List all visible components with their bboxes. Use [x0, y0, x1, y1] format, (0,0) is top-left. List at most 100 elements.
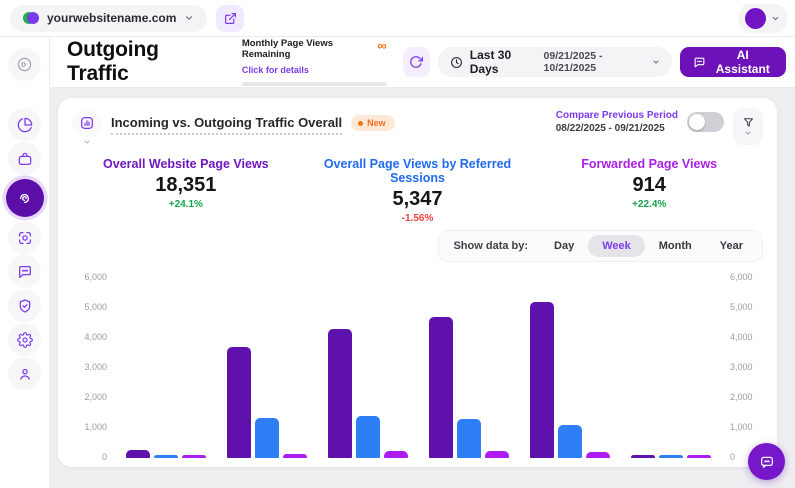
bar-referred[interactable] — [154, 455, 178, 458]
sidebar — [0, 37, 50, 488]
chevron-down-icon — [184, 13, 194, 23]
bar-forwarded[interactable] — [283, 454, 307, 459]
target-scan-icon — [17, 230, 33, 246]
ai-assistant-button[interactable]: AI Assistant — [680, 47, 786, 77]
metric-delta: -1.56% — [302, 213, 534, 224]
x-axis-label: 10/06/2025- 10/12/2025 — [418, 464, 519, 467]
y-axis-tick: 1,000 — [730, 422, 753, 432]
card-icon-button[interactable] — [72, 108, 102, 146]
filter-button[interactable] — [733, 108, 763, 145]
support-chat-button[interactable] — [748, 443, 785, 480]
y-axis-tick: 5,000 — [730, 302, 753, 312]
badge-dot-icon — [358, 121, 363, 126]
bar-website[interactable] — [429, 317, 453, 458]
sidebar-item-business[interactable] — [8, 142, 41, 175]
shield-check-icon — [17, 298, 33, 314]
sidebar-item-profile[interactable] — [8, 357, 41, 390]
y-axis-tick: 6,000 — [730, 272, 753, 282]
bar-forwarded[interactable] — [485, 451, 509, 458]
compare-previous-period: Compare Previous Period 08/22/2025 - 09/… — [556, 110, 724, 134]
quota-details-link[interactable]: Click for details — [242, 65, 309, 75]
external-link-icon — [224, 12, 237, 25]
new-badge: New — [351, 115, 395, 131]
metrics-row: Overall Website Page Views 18,351 +24.1%… — [70, 146, 765, 230]
compare-toggle[interactable] — [687, 112, 724, 132]
card-title[interactable]: Incoming vs. Outgoing Traffic Overall — [111, 115, 342, 135]
refresh-button[interactable] — [403, 47, 430, 77]
bar-referred[interactable] — [356, 416, 380, 458]
x-axis-label: 09/21/2025- 09/21/2025 — [116, 464, 217, 467]
clock-icon — [450, 56, 463, 69]
quota-progress-bar — [242, 82, 387, 86]
chat-icon — [693, 56, 706, 69]
bar-website[interactable] — [530, 302, 554, 458]
chevron-down-icon — [744, 129, 752, 137]
bar-website[interactable] — [631, 455, 655, 458]
granularity-week[interactable]: Week — [588, 235, 645, 257]
bar-website[interactable] — [227, 347, 251, 458]
bar-referred[interactable] — [659, 455, 683, 458]
granularity-year[interactable]: Year — [706, 235, 757, 257]
chevron-down-icon — [83, 138, 91, 146]
collapse-sidebar-button[interactable] — [8, 48, 41, 81]
y-axis-tick: 3,000 — [730, 362, 753, 372]
site-selector[interactable]: yourwebsitename.com — [10, 5, 207, 32]
bar-group — [418, 278, 519, 458]
site-favicon-icon — [23, 11, 39, 26]
user-icon — [17, 366, 33, 382]
bar-forwarded[interactable] — [384, 451, 408, 458]
y-axis-tick: 2,000 — [730, 392, 753, 402]
y-axis-tick: 0 — [730, 452, 735, 462]
briefcase-icon — [17, 151, 33, 167]
date-range-value: 09/21/2025 - 10/21/2025 — [544, 50, 645, 74]
chevron-down-icon — [771, 14, 780, 23]
chat-icon — [759, 454, 775, 470]
bar-forwarded[interactable] — [687, 455, 711, 458]
sidebar-item-analytics[interactable] — [8, 108, 41, 141]
account-menu[interactable] — [739, 4, 787, 33]
sidebar-item-outgoing-traffic[interactable] — [6, 179, 44, 217]
sidebar-item-security[interactable] — [8, 289, 41, 322]
metric-forwarded-page-views: Forwarded Page Views 914 +22.4% — [533, 157, 765, 224]
y-axis-tick: 1,000 — [84, 422, 107, 432]
bar-forwarded[interactable] — [182, 455, 206, 458]
y-axis-tick: 5,000 — [84, 302, 107, 312]
monthly-quota-widget: Monthly Page Views Remaining Click for d… — [242, 38, 387, 86]
date-range-picker[interactable]: Last 30 Days 09/21/2025 - 10/21/2025 — [438, 47, 672, 77]
bar-referred[interactable] — [457, 419, 481, 458]
y-axis-tick: 2,000 — [84, 392, 107, 402]
y-axis-tick: 6,000 — [84, 272, 107, 282]
quota-title: Monthly Page Views Remaining — [242, 38, 378, 60]
granularity-day[interactable]: Day — [540, 235, 588, 257]
traffic-bar-chart: 0 1,000 2,000 3,000 4,000 5,000 6,000 09/21/20… — [70, 262, 765, 467]
metric-value: 914 — [533, 174, 765, 197]
page-header: Outgoing Traffic Monthly Page Views Rema… — [50, 37, 795, 88]
compare-range: 08/22/2025 - 09/21/2025 — [556, 123, 678, 134]
traffic-overview-card: Incoming vs. Outgoing Traffic Overall Ne… — [58, 98, 777, 467]
sidebar-item-messages[interactable] — [8, 255, 41, 288]
y-axis-tick: 4,000 — [84, 332, 107, 342]
x-axis-label: 09/29/2025- 10/05/2025 — [318, 464, 419, 467]
quota-value: ∞ — [377, 38, 386, 54]
bar-referred[interactable] — [558, 425, 582, 458]
y-axis-tick: 4,000 — [730, 332, 753, 342]
y-axis-tick: 3,000 — [84, 362, 107, 372]
topbar: yourwebsitename.com — [0, 0, 795, 37]
avatar — [745, 8, 766, 29]
metric-referred-sessions-page-views: Overall Page Views by Referred Sessions … — [302, 157, 534, 224]
granularity-month[interactable]: Month — [645, 235, 706, 257]
bar-website[interactable] — [328, 329, 352, 458]
x-axis-label: 10/13/2025- 10/19/2025 — [519, 464, 620, 467]
metric-value: 18,351 — [70, 174, 302, 197]
chat-icon — [17, 264, 33, 280]
bar-website[interactable] — [126, 450, 150, 458]
sidebar-item-tracking[interactable] — [8, 221, 41, 254]
granularity-label: Show data by: — [453, 240, 528, 252]
chevron-down-icon — [652, 58, 660, 66]
bar-group — [217, 278, 318, 458]
bar-forwarded[interactable] — [586, 452, 610, 458]
pie-chart-icon — [17, 117, 33, 133]
bar-referred[interactable] — [255, 418, 279, 459]
open-site-button[interactable] — [216, 5, 244, 32]
sidebar-item-settings[interactable] — [8, 323, 41, 356]
